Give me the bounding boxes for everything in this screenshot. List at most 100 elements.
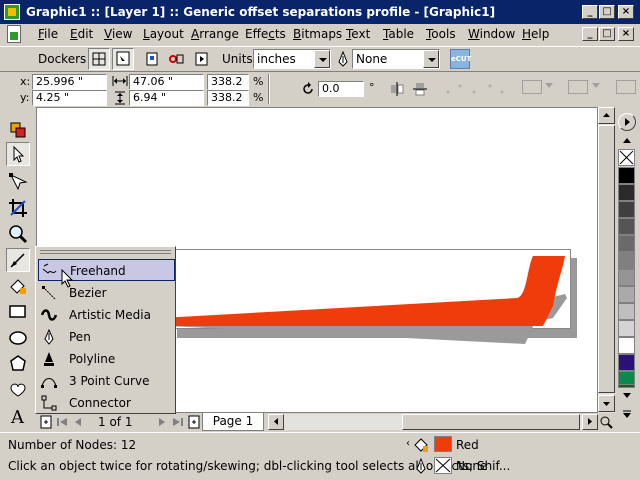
menu-window[interactable]: Window (468, 27, 515, 41)
palette-swatch[interactable] (618, 184, 635, 201)
next-page-icon[interactable] (156, 416, 168, 428)
chevron-down-icon[interactable] (314, 50, 330, 68)
close-button[interactable]: × (618, 5, 634, 19)
palette-swatch[interactable] (618, 371, 635, 385)
flyout-item-freehand[interactable]: Freehand (38, 259, 175, 281)
y-position-field[interactable]: 4.25 " (32, 90, 107, 106)
app-icon[interactable] (4, 4, 20, 20)
rectangle-tool[interactable] (6, 300, 30, 324)
palette-up-icon[interactable] (621, 135, 633, 145)
menu-view[interactable]: View (104, 27, 132, 41)
scroll-thumb[interactable] (402, 414, 580, 430)
crop-tool[interactable] (6, 196, 30, 220)
outline-color-swatch[interactable] (434, 457, 452, 474)
menu-layout[interactable]: Layout (143, 27, 184, 41)
menu-table[interactable]: Table (383, 27, 414, 41)
menu-effects[interactable]: Effects (245, 27, 286, 41)
outline-button[interactable] (568, 80, 588, 94)
vertical-scrollbar[interactable] (598, 107, 615, 413)
dockers-label[interactable]: Dockers (38, 52, 86, 66)
menu-help[interactable]: Help (522, 27, 549, 41)
scroll-down-button[interactable] (598, 395, 615, 412)
maximize-button[interactable]: □ (599, 5, 615, 19)
horizontal-scrollbar[interactable] (268, 414, 598, 430)
snap-to-objects-button[interactable] (112, 48, 134, 70)
previous-page-icon[interactable] (72, 416, 84, 428)
flyout-item-bezier[interactable]: Bezier (38, 282, 175, 304)
doc-close-button[interactable]: × (618, 27, 634, 41)
pick-options-tool[interactable] (6, 118, 30, 142)
palette-swatch[interactable] (618, 218, 635, 235)
palette-swatch[interactable] (618, 252, 635, 269)
zoom-navigator-icon[interactable] (598, 414, 614, 430)
palette-down-icon[interactable] (621, 391, 633, 401)
menu-edit[interactable]: Edit (70, 27, 93, 41)
shape-tool[interactable] (6, 170, 30, 194)
smart-fill-tool[interactable] (6, 274, 30, 298)
text-tool[interactable]: A (6, 404, 30, 428)
flyout-grip[interactable] (40, 250, 171, 254)
add-page-icon[interactable] (38, 414, 54, 430)
basic-shapes-tool[interactable] (6, 378, 30, 402)
first-page-icon[interactable] (56, 416, 70, 428)
width-field[interactable]: 47.06 " (129, 74, 204, 90)
chevron-down-icon[interactable] (423, 50, 439, 68)
flyout-item-3-point-curve[interactable]: 3 Point Curve (38, 370, 175, 392)
no-color-swatch[interactable] (618, 149, 635, 166)
scroll-left-button[interactable] (268, 414, 284, 430)
polygon-tool[interactable] (6, 352, 30, 376)
menu-arrange[interactable]: Arrange (191, 27, 239, 41)
height-field[interactable]: 6.94 " (129, 90, 204, 106)
palette-swatch[interactable] (618, 286, 635, 303)
grid-button[interactable] (88, 48, 110, 70)
menu-text[interactable]: Text (346, 27, 370, 41)
doc-minimize-button[interactable]: _ (582, 27, 598, 41)
palette-swatch[interactable] (618, 320, 635, 337)
mirror-horizontal-icon[interactable] (389, 81, 405, 97)
palette-swatch[interactable] (618, 354, 635, 371)
chevron-down-icon[interactable] (592, 83, 600, 89)
units-select[interactable]: inches (253, 49, 331, 69)
add-page-after-icon[interactable] (186, 414, 202, 430)
menu-tools[interactable]: Tools (426, 27, 456, 41)
palette-swatch[interactable] (618, 337, 635, 354)
x-position-field[interactable]: 25.996 " (32, 74, 107, 90)
flyout-item-artistic-media[interactable]: Artistic Media (38, 304, 175, 326)
mirror-vertical-icon[interactable] (412, 81, 428, 97)
rotation-field[interactable]: 0.0 (318, 81, 364, 97)
doc-restore-button[interactable]: □ (599, 27, 615, 41)
palette-swatch[interactable] (618, 269, 635, 286)
page-tab[interactable]: Page 1 (202, 413, 264, 431)
menu-bitmaps[interactable]: Bitmaps (293, 27, 342, 41)
palette-expand-icon[interactable] (621, 409, 633, 421)
flyout-item-pen[interactable]: Pen (38, 326, 175, 348)
scale-height-field[interactable]: 338.2 (207, 90, 249, 106)
palette-swatch[interactable] (618, 303, 635, 320)
dynamic-guides-button[interactable] (165, 48, 187, 70)
palette-swatch[interactable] (618, 167, 635, 184)
menu-file[interactable]: File (38, 27, 58, 41)
wrap-text-button[interactable] (522, 80, 542, 94)
scale-width-field[interactable]: 338.2 (207, 74, 249, 90)
palette-swatch[interactable] (618, 235, 635, 252)
flyout-item-connector[interactable]: Connector (38, 392, 175, 414)
document-icon[interactable] (7, 25, 21, 43)
scroll-right-button[interactable] (582, 414, 598, 430)
flyout-item-polyline[interactable]: Polyline (38, 348, 175, 370)
to-front-button[interactable] (616, 80, 636, 94)
snap-guides-button[interactable] (141, 48, 163, 70)
zoom-tool[interactable] (6, 222, 30, 246)
outline-width-select[interactable]: None (352, 49, 440, 69)
scroll-thumb[interactable] (598, 125, 615, 393)
pick-tool[interactable] (6, 142, 30, 166)
ellipse-tool[interactable] (6, 326, 30, 350)
scroll-up-button[interactable] (598, 107, 615, 124)
minimize-button[interactable]: _ (582, 5, 598, 19)
palette-swatch[interactable] (618, 201, 635, 218)
ecut-button[interactable]: eCUT (450, 49, 471, 69)
last-page-icon[interactable] (170, 416, 184, 428)
palette-menu-button[interactable] (618, 113, 636, 131)
snap-off-button[interactable] (190, 48, 212, 70)
chevron-down-icon[interactable] (545, 83, 553, 89)
curve-tool[interactable] (6, 248, 30, 272)
